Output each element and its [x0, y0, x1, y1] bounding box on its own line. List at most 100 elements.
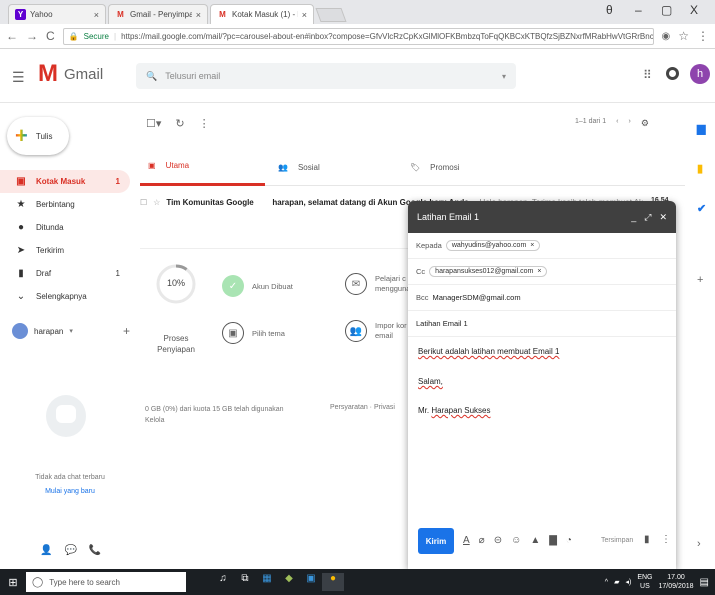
browser-tab-active[interactable]: M Kotak Masuk (1) - harapa ×: [210, 4, 314, 24]
calendar-icon[interactable]: ▆: [697, 122, 705, 135]
microphone-icon[interactable]: ♫: [212, 573, 234, 591]
more-options-icon[interactable]: ⋮: [661, 534, 671, 545]
next-page-icon[interactable]: ›: [628, 118, 630, 129]
add-chat-icon[interactable]: +: [123, 324, 130, 338]
tab-promotions[interactable]: 🏷 Promosi: [402, 148, 527, 186]
new-tab-button[interactable]: [315, 8, 347, 22]
close-tab-icon[interactable]: ×: [94, 10, 99, 20]
fullscreen-icon[interactable]: ⤢: [644, 212, 651, 223]
compose-button[interactable]: + Tulis: [7, 117, 69, 155]
search-icon[interactable]: 🔍: [146, 71, 157, 82]
notifications-icon[interactable]: [666, 67, 679, 80]
compose-header[interactable]: Latihan Email 1 _ ⤢ ✕: [408, 201, 676, 233]
language-indicator[interactable]: ENG US: [637, 573, 652, 591]
sidebar-item-more[interactable]: ⌄ Selengkapnya: [0, 285, 130, 308]
setup-choose-theme[interactable]: ▣ Pilih tema: [222, 322, 285, 344]
app-icon[interactable]: ◆: [278, 573, 300, 591]
clock[interactable]: 17.00 17/09/2018: [659, 573, 694, 591]
profile-icon[interactable]: θ: [606, 3, 613, 17]
attach-icon[interactable]: ⌀: [479, 535, 485, 546]
close-window-icon[interactable]: X: [690, 3, 698, 17]
notification-center-icon[interactable]: ▤: [700, 577, 709, 588]
to-field[interactable]: Kepada wahyudins@yahoo.com ×: [408, 233, 676, 259]
apps-grid-icon[interactable]: ⠿: [643, 68, 652, 82]
text-format-icon[interactable]: A: [463, 535, 470, 546]
browser-tab[interactable]: M Gmail - Penyimpanan dor ×: [108, 4, 208, 24]
setup-import[interactable]: 👥 Impor kor email: [345, 320, 407, 342]
lock-icon[interactable]: ◔: [566, 535, 572, 546]
chat-icon[interactable]: 💬: [64, 545, 76, 556]
send-button[interactable]: Kirim: [418, 528, 454, 554]
settings-gear-icon[interactable]: ⚙: [641, 118, 649, 129]
add-addon-icon[interactable]: +: [697, 274, 703, 286]
hangouts-user[interactable]: harapan ▾ +: [12, 323, 130, 339]
remove-recipient-icon[interactable]: ×: [530, 242, 534, 249]
gmail-logo[interactable]: M Gmail: [38, 62, 103, 86]
back-icon[interactable]: ←: [6, 29, 18, 43]
store-icon[interactable]: ▦: [256, 573, 278, 591]
drive-icon[interactable]: ▲: [530, 535, 540, 546]
network-icon[interactable]: ▰: [614, 578, 619, 586]
expand-panel-icon[interactable]: ›: [697, 538, 701, 550]
close-icon[interactable]: ✕: [659, 212, 667, 223]
account-avatar[interactable]: h: [690, 64, 710, 84]
emoji-icon[interactable]: ☺: [511, 535, 521, 546]
sidebar-item-sent[interactable]: ➤ Terkirim: [0, 239, 130, 262]
more-actions-icon[interactable]: ⋮: [199, 117, 210, 130]
browser-menu-icon[interactable]: ⋮: [697, 29, 709, 43]
minimize-icon[interactable]: _: [631, 212, 636, 223]
close-tab-icon[interactable]: ×: [302, 10, 307, 20]
recipient-email: wahyudins@yahoo.com: [451, 242, 527, 249]
link-icon[interactable]: ⊝: [494, 535, 502, 546]
contacts-icon[interactable]: 👤: [40, 545, 52, 556]
recipient-chip[interactable]: wahyudins@yahoo.com ×: [445, 240, 541, 251]
maximize-icon[interactable]: ▢: [661, 3, 672, 17]
search-input[interactable]: 🔍 Telusuri email ▾: [136, 63, 516, 89]
trash-icon[interactable]: ▮: [644, 534, 650, 545]
main-menu-icon[interactable]: ☰: [12, 69, 25, 86]
phone-icon[interactable]: 📞: [89, 545, 101, 556]
close-tab-icon[interactable]: ×: [196, 10, 201, 20]
terms-link[interactable]: Persyaratan · Privasi: [330, 404, 395, 411]
refresh-icon[interactable]: ↻: [175, 117, 184, 130]
browser-tab[interactable]: Y Yahoo ×: [8, 4, 106, 24]
reload-icon[interactable]: C: [46, 29, 55, 43]
recipient-chip[interactable]: harapansukses012@gmail.com ×: [429, 266, 548, 277]
sidebar-item-drafts[interactable]: ▮ Draf 1: [0, 262, 130, 285]
remove-recipient-icon[interactable]: ×: [537, 268, 541, 275]
select-checkbox[interactable]: ☐▾: [146, 117, 161, 130]
extension-icon[interactable]: ◉: [662, 31, 671, 42]
bcc-field[interactable]: Bcc ManagerSDM@gmail.com: [408, 285, 676, 311]
search-options-icon[interactable]: ▾: [502, 72, 506, 81]
forward-icon[interactable]: →: [26, 29, 38, 43]
word-icon[interactable]: ▣: [300, 573, 322, 591]
manage-storage-link[interactable]: Kelola: [145, 415, 315, 426]
sidebar-item-inbox[interactable]: ▣ Kotak Masuk 1: [0, 170, 130, 193]
tab-social[interactable]: 👥 Sosial: [270, 148, 395, 186]
body-signature[interactable]: Mr. Harapan Sukses: [418, 406, 491, 415]
sidebar-item-snoozed[interactable]: ● Ditunda: [0, 216, 130, 239]
photo-icon[interactable]: ▇: [549, 535, 557, 546]
body-line[interactable]: Salam,: [418, 377, 443, 386]
start-new-chat-link[interactable]: Mulai yang baru: [0, 488, 140, 495]
tasks-icon[interactable]: ✔: [697, 202, 706, 215]
prev-page-icon[interactable]: ‹: [616, 118, 618, 129]
cc-field[interactable]: Cc harapansukses012@gmail.com ×: [408, 259, 676, 285]
star-icon[interactable]: ☆: [153, 198, 160, 207]
url-input[interactable]: 🔒 Secure | https://mail.google.com/mail/…: [62, 27, 654, 45]
row-checkbox[interactable]: ☐: [140, 198, 147, 207]
taskbar-search-input[interactable]: ◯ Type here to search: [26, 572, 186, 592]
bookmark-star-icon[interactable]: ☆: [678, 29, 689, 43]
subject-field[interactable]: Latihan Email 1: [408, 311, 676, 337]
windows-start-icon[interactable]: ⊞: [0, 576, 26, 589]
setup-learn[interactable]: ✉ Pelajari c mengguna: [345, 273, 410, 295]
minimize-icon[interactable]: –: [635, 3, 642, 17]
volume-icon[interactable]: ◂): [625, 578, 631, 586]
tab-primary[interactable]: ▣ Utama: [140, 148, 265, 186]
body-line[interactable]: Berikut adalah latihan membuat Email 1: [418, 347, 559, 356]
sidebar-item-starred[interactable]: ★ Berbintang: [0, 193, 130, 216]
tray-chevron-icon[interactable]: ^: [605, 579, 608, 586]
chrome-icon[interactable]: ●: [322, 573, 344, 591]
keep-icon[interactable]: ▮: [697, 162, 703, 175]
task-view-icon[interactable]: ⧉: [234, 573, 256, 591]
